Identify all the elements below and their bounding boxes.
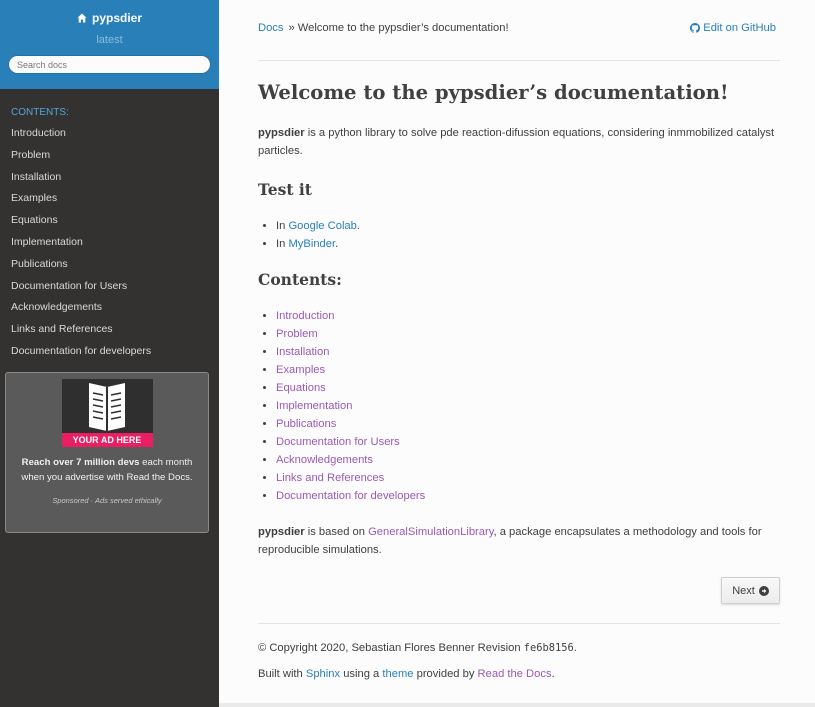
sidebar-item-acknowledgements[interactable]: Acknowledgements [0, 297, 219, 319]
sidebar-item-problem[interactable]: Problem [0, 145, 219, 167]
copyright-text: © Copyright 2020, Sebastian Flores Benne… [258, 642, 524, 654]
bottom-scroll-strip [219, 703, 815, 707]
search-input[interactable] [8, 55, 211, 74]
version-label: latest [96, 34, 123, 46]
sidebar-item-examples[interactable]: Examples [0, 188, 219, 210]
contents-link-documentation-for-developers[interactable]: Documentation for developers [276, 490, 425, 502]
sidebar-item-introduction[interactable]: Introduction [0, 123, 219, 145]
built-with-line: Built with Sphinx using a theme provided… [258, 668, 555, 680]
google-colab-link[interactable]: Google Colab [288, 220, 356, 232]
page-title: Welcome to the pypsdier’s documentation! [258, 81, 729, 104]
contents-link-links-and-references[interactable]: Links and References [276, 472, 384, 484]
copyright-end: . [573, 642, 577, 654]
built-pre: Built with [258, 668, 306, 680]
list-item-suffix: . [356, 220, 360, 232]
list-item: Problem [276, 325, 425, 343]
home-icon [77, 13, 87, 23]
project-name: pypsdier [91, 11, 142, 25]
next-button[interactable]: Next [721, 577, 780, 604]
ad-footer[interactable]: Sponsored · Ads served ethically [6, 496, 208, 505]
list-item: Documentation for developers [276, 487, 425, 505]
mybinder-link[interactable]: MyBinder [288, 238, 335, 250]
list-item: Implementation [276, 397, 425, 415]
breadcrumb-separator: » [288, 22, 295, 34]
sponsored-ad[interactable]: YOUR AD HERE Reach over 7 million devs e… [5, 372, 209, 533]
contents-link-introduction[interactable]: Introduction [276, 310, 334, 322]
arrow-circle-right-icon [758, 585, 769, 596]
list-item-prefix: In [276, 238, 289, 250]
list-item: Acknowledgements [276, 451, 425, 469]
sidebar-item-installation[interactable]: Installation [0, 167, 219, 189]
ad-text-bold: Reach over 7 million devs [21, 457, 140, 468]
sidebar-nav: Introduction Problem Installation Exampl… [0, 123, 219, 363]
based-project-name: pypsdier [258, 526, 305, 538]
revision-hash: fe6b8156 [523, 642, 574, 654]
contents-link-acknowledgements[interactable]: Acknowledgements [276, 454, 373, 466]
ad-text[interactable]: Reach over 7 million devs each month whe… [6, 447, 208, 485]
intro-paragraph: pypsdier is a python library to solve pd… [258, 124, 780, 160]
sidebar-item-equations[interactable]: Equations [0, 210, 219, 232]
theme-link[interactable]: theme [382, 668, 413, 680]
github-icon [690, 23, 701, 33]
breadcrumb-current: Welcome to the pypsdier’s documentation! [297, 22, 509, 34]
built-mid: using a [340, 668, 383, 680]
read-the-docs-link[interactable]: Read the Docs [478, 668, 552, 680]
contents-link-installation[interactable]: Installation [276, 346, 330, 358]
copyright-line: © Copyright 2020, Sebastian Flores Benne… [258, 642, 577, 654]
project-home-link[interactable]: pypsdier [77, 11, 142, 25]
test-it-heading: Test it [258, 180, 312, 199]
built-mid2: provided by [413, 668, 478, 680]
sidebar-item-publications[interactable]: Publications [0, 254, 219, 276]
breadcrumb: Docs » Welcome to the pypsdier’s documenta… [258, 22, 780, 38]
ad-banner: YOUR AD HERE [61, 433, 153, 447]
list-item-suffix: . [335, 238, 339, 250]
sidebar-item-links-and-references[interactable]: Links and References [0, 319, 219, 341]
contents-link-examples[interactable]: Examples [276, 364, 325, 376]
list-item: In Google Colab. [276, 217, 360, 235]
header-divider [258, 60, 780, 61]
sidebar-item-implementation[interactable]: Implementation [0, 232, 219, 254]
sidebar-header: pypsdier latest [0, 0, 219, 89]
based-text-pre: is based on [304, 526, 369, 538]
list-item: Introduction [276, 307, 425, 325]
built-end: . [551, 668, 555, 680]
list-item: Installation [276, 343, 425, 361]
intro-project-name: pypsdier [258, 127, 305, 139]
book-icon [89, 383, 125, 431]
contents-list: Introduction Problem Installation Exampl… [276, 307, 425, 505]
contents-heading: Contents: [258, 270, 342, 289]
sidebar-caption: CONTENTS: [11, 107, 69, 118]
list-item: Documentation for Users [276, 433, 425, 451]
list-item: Examples [276, 361, 425, 379]
test-it-list: In Google Colab. In MyBinder. [276, 217, 360, 253]
list-item: Links and References [276, 469, 425, 487]
footer-divider [258, 623, 780, 624]
sidebar-item-documentation-for-users[interactable]: Documentation for Users [0, 276, 219, 298]
intro-text: is a python library to solve pde reactio… [258, 127, 775, 157]
list-item-prefix: In [276, 220, 289, 232]
based-on-paragraph: pypsdier is based on GeneralSimulationLi… [258, 523, 780, 559]
list-item: In MyBinder. [276, 235, 360, 253]
general-simulation-library-link[interactable]: GeneralSimulationLibrary [368, 526, 493, 538]
contents-link-problem[interactable]: Problem [276, 328, 318, 340]
next-label: Next [732, 584, 755, 597]
sidebar: pypsdier latest CONTENTS: Introduction P… [0, 0, 219, 707]
ad-image[interactable]: YOUR AD HERE [61, 379, 153, 447]
edit-on-github-link[interactable]: Edit on GitHub [690, 22, 776, 34]
breadcrumb-docs-link[interactable]: Docs [258, 22, 284, 34]
list-item: Publications [276, 415, 425, 433]
list-item: Equations [276, 379, 425, 397]
sidebar-item-documentation-for-developers[interactable]: Documentation for developers [0, 341, 219, 363]
contents-link-implementation[interactable]: Implementation [276, 400, 353, 412]
contents-link-equations[interactable]: Equations [276, 382, 326, 394]
contents-link-publications[interactable]: Publications [276, 418, 336, 430]
edit-on-github-label: Edit on GitHub [703, 22, 776, 34]
sphinx-link[interactable]: Sphinx [306, 668, 340, 680]
contents-link-documentation-for-users[interactable]: Documentation for Users [276, 436, 400, 448]
